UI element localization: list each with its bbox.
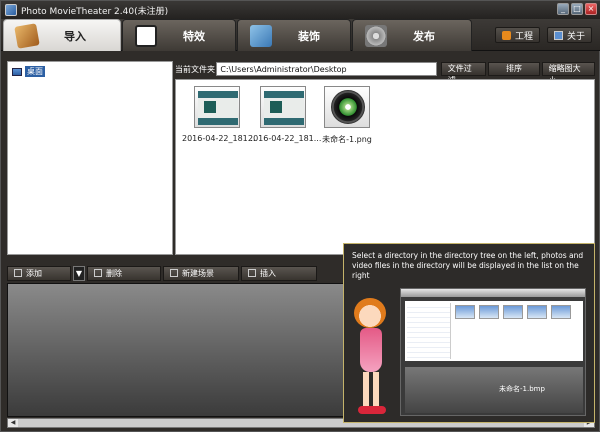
tab-import-label: 导入 <box>64 29 86 43</box>
window-title: Photo MovieTheater 2.40(未注册) <box>21 6 169 17</box>
tab-import[interactable]: 导入 <box>3 19 121 51</box>
directory-tree[interactable]: 桌面 <box>7 61 173 255</box>
about-button[interactable]: 关于 <box>547 27 593 43</box>
file-name: 2016-04-22_181... <box>248 134 322 143</box>
file-item[interactable]: 2016-04-22_181... <box>248 86 322 143</box>
gear-icon <box>502 30 511 40</box>
file-item[interactable]: 未命名-1.png <box>312 86 382 145</box>
file-name: 未命名-1.png <box>322 135 372 144</box>
help-tooltip: Select a directory in the directory tree… <box>343 243 595 423</box>
mascot-girl-illustration <box>346 296 396 420</box>
about-label: 关于 <box>567 31 586 42</box>
window-controls: _ □ × <box>557 3 597 15</box>
insert-icon <box>248 269 256 277</box>
title-bar: Photo MovieTheater 2.40(未注册) _ □ × <box>1 1 600 19</box>
desktop-icon <box>12 67 22 76</box>
cd-image-icon <box>331 90 365 124</box>
tab-publish-label: 发布 <box>413 29 435 43</box>
tab-effects-label: 特效 <box>183 29 205 43</box>
tree-item-desktop[interactable]: 桌面 <box>12 66 172 77</box>
file-thumbnail <box>194 86 240 128</box>
preview-timeline <box>405 367 583 413</box>
current-folder-label: 当前文件夹 <box>175 64 215 74</box>
new-scene-label: 新建场景 <box>182 268 214 278</box>
file-thumbnail <box>324 86 370 128</box>
scene-icon <box>170 269 178 277</box>
add-button[interactable]: 添加 <box>7 265 71 281</box>
file-item[interactable]: 2016-04-22_181... <box>182 86 256 143</box>
disc-icon <box>365 24 387 47</box>
path-bar: 当前文件夹 文件过滤 排序 缩略图大小 <box>175 61 595 85</box>
tree-item-label: 桌面 <box>25 66 45 77</box>
preview-caption: 未命名-1.bmp <box>499 385 545 393</box>
main-tab-bar: 导入 特效 装饰 发布 工程 关于 <box>1 19 600 51</box>
delete-button[interactable]: 删除 <box>87 265 161 281</box>
tab-effects[interactable]: 特效 <box>122 19 236 51</box>
preview-tree <box>407 303 451 359</box>
file-list[interactable]: 2016-04-22_181... 2016-04-22_181... 未命名-… <box>175 79 595 255</box>
tab-decorate[interactable]: 装饰 <box>237 19 351 51</box>
maximize-button[interactable]: □ <box>571 3 583 15</box>
film-icon <box>135 24 157 47</box>
file-filter-button[interactable]: 文件过滤 <box>440 62 487 85</box>
delete-label: 删除 <box>106 268 122 278</box>
info-icon <box>554 30 563 40</box>
file-name: 2016-04-22_181... <box>182 134 256 143</box>
insert-label: 插入 <box>260 268 276 278</box>
preview-tabs <box>401 289 585 297</box>
delete-icon <box>94 269 102 277</box>
app-window: Photo MovieTheater 2.40(未注册) _ □ × 导入 特效… <box>0 0 600 432</box>
app-icon <box>5 4 17 16</box>
project-label: 工程 <box>515 31 534 42</box>
preview-thumbs <box>455 305 571 319</box>
help-preview-image: 未命名-1.bmp <box>400 288 586 416</box>
add-label: 添加 <box>26 268 42 278</box>
photos-icon <box>14 22 40 49</box>
preview-body <box>405 301 583 361</box>
add-dropdown[interactable]: ▼ <box>73 265 85 281</box>
project-button[interactable]: 工程 <box>495 27 541 43</box>
plus-icon <box>14 269 22 277</box>
tab-decorate-label: 装饰 <box>298 29 320 43</box>
sort-button[interactable]: 排序 <box>488 62 540 76</box>
tab-publish[interactable]: 发布 <box>352 19 472 51</box>
file-thumbnail <box>260 86 306 128</box>
frame-icon <box>250 24 272 47</box>
insert-button[interactable]: 插入 <box>241 265 317 281</box>
minimize-button[interactable]: _ <box>557 3 569 15</box>
path-input[interactable] <box>216 62 437 76</box>
thumbnail-size-button[interactable]: 缩略图大小 <box>541 62 595 85</box>
close-button[interactable]: × <box>585 3 597 15</box>
new-scene-button[interactable]: 新建场景 <box>163 265 239 281</box>
scroll-left-arrow[interactable]: ◀ <box>8 419 18 427</box>
help-text: Select a directory in the directory tree… <box>352 251 584 280</box>
